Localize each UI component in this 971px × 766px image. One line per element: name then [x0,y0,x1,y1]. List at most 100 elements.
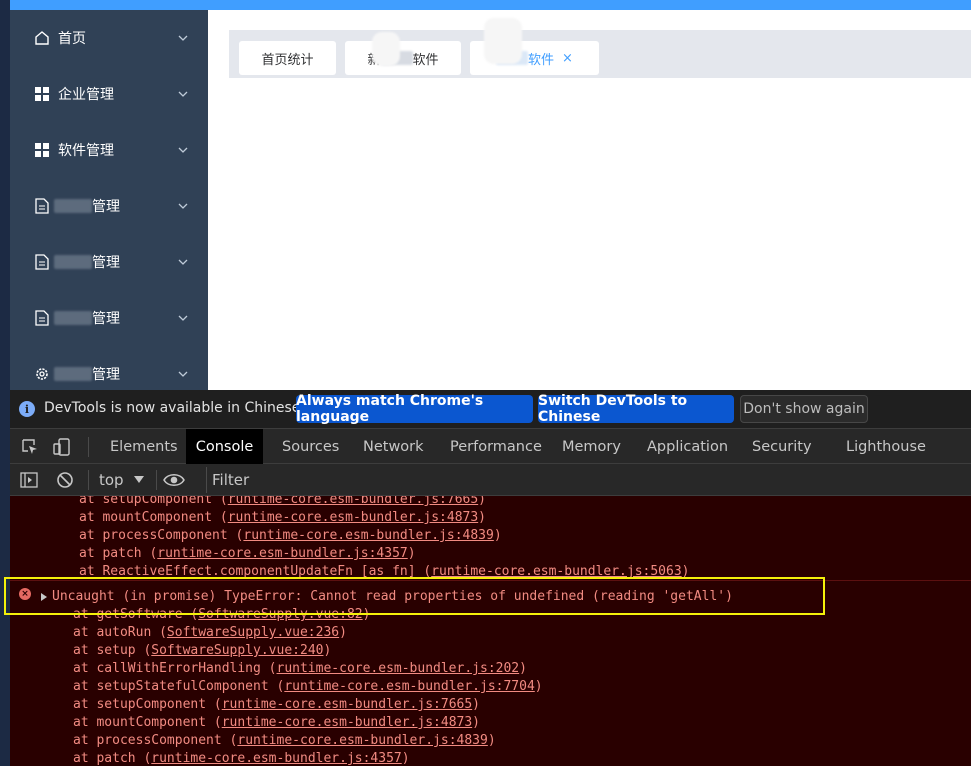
source-link[interactable]: runtime-core.esm-bundler.js:7665 [228,496,478,507]
tab-console[interactable]: Console [186,429,263,464]
document-icon [34,254,50,270]
source-link[interactable]: runtime-core.esm-bundler.js:202 [277,661,520,676]
main-content: 首页统计 新软件 软件 × [208,10,971,390]
sidebar-item-redacted-4[interactable]: 管理 [10,346,208,390]
sidebar-item-label: 管理 [92,311,120,327]
tabs-bar: 首页统计 新软件 软件 × [229,18,971,78]
stack-line: at mountComponent (runtime-core.esm-bund… [79,510,486,525]
redacted-text [54,367,92,381]
tab-lighthouse[interactable]: Lighthouse [846,429,926,464]
app-top-bar [10,0,971,10]
info-icon: i [19,401,35,417]
sidebar-item-label-wrap: 管理 [54,364,120,384]
divider [88,470,89,490]
sidebar-item-redacted-2[interactable]: 管理 [10,234,208,290]
stack-line: at callWithErrorHandling (runtime-core.e… [73,661,527,676]
device-toolbar-icon[interactable] [52,437,72,457]
redacted-text [54,199,92,213]
tab-memory[interactable]: Memory [562,429,621,464]
console-output: at setupComponent (runtime-core.esm-bund… [10,496,971,766]
redacted-text [54,311,92,325]
document-icon [34,310,50,326]
desktop-edge [0,0,10,766]
chevron-down-icon [178,203,188,209]
sidebar-item-label-wrap: 管理 [54,252,120,272]
screen: 首页 企业管理 软件管理 管理 管理 管理 管理 首页统计 软件 软件 × i … [0,0,971,766]
sidebar-item-label: 企业管理 [58,87,114,103]
error-highlight-box [4,577,825,615]
tab-home-stats[interactable]: 首页统计 [239,41,336,75]
grid-icon [34,142,50,158]
gear-icon [34,366,50,382]
console-filter-input[interactable]: Filter [206,467,971,493]
overlay-artifact [484,18,522,64]
sidebar-item-software[interactable]: 软件管理 [10,122,208,178]
sidebar-toggle-icon[interactable] [20,471,38,489]
sidebar-item-redacted-1[interactable]: 管理 [10,178,208,234]
tab-application[interactable]: Application [647,429,728,464]
stack-line: at patch (runtime-core.esm-bundler.js:43… [79,546,416,561]
infobar-message: DevTools is now available in Chinese! [44,400,306,416]
context-selector[interactable]: top [99,471,145,489]
home-icon [34,30,50,46]
inspect-element-icon[interactable] [20,437,40,457]
devtools-infobar: i DevTools is now available in Chinese! … [10,390,971,428]
source-link[interactable]: runtime-core.esm-bundler.js:4357 [157,546,407,561]
stack-line: at patch (runtime-core.esm-bundler.js:43… [73,751,410,766]
source-link[interactable]: runtime-core.esm-bundler.js:7704 [284,679,534,694]
stack-line: at setupComponent (runtime-core.esm-bund… [79,496,486,510]
chevron-down-icon [178,147,188,153]
switch-chinese-button[interactable]: Switch DevTools to Chinese [538,393,734,425]
overlay-artifact [372,32,400,66]
source-link[interactable]: runtime-core.esm-bundler.js:4839 [243,528,493,543]
tab-label: 首页统计 [261,52,314,68]
grid-icon [34,86,50,102]
redacted-text [54,255,92,269]
stack-line: at setup (SoftwareSupply.vue:240) [73,643,332,658]
dropdown-triangle-icon [134,476,145,483]
source-link[interactable]: runtime-core.esm-bundler.js:4357 [151,751,401,766]
tab-network[interactable]: Network [363,429,424,464]
console-toolbar: top Filter [10,464,971,496]
divider [156,470,157,490]
clear-console-icon[interactable] [56,471,74,489]
tab-sources[interactable]: Sources [282,429,339,464]
close-icon[interactable]: × [562,51,573,66]
dont-show-again-button[interactable]: Don't show again [740,395,868,423]
stack-line: at processComponent (runtime-core.esm-bu… [79,528,502,543]
divider [88,437,89,457]
sidebar-item-label-wrap: 管理 [54,308,120,328]
sidebar-item-home[interactable]: 首页 [10,10,208,66]
eye-icon[interactable] [163,471,185,489]
source-link[interactable]: runtime-core.esm-bundler.js:4873 [222,715,472,730]
tab-security[interactable]: Security [752,429,812,464]
sidebar-item-label-wrap: 管理 [54,196,120,216]
chevron-down-icon [178,91,188,97]
source-link[interactable]: runtime-core.esm-bundler.js:4839 [237,733,487,748]
sidebar-item-redacted-3[interactable]: 管理 [10,290,208,346]
tab-elements[interactable]: Elements [110,429,178,464]
tab-label: 软件 [412,52,439,68]
stack-line: at mountComponent (runtime-core.esm-bund… [73,715,480,730]
stack-line: at setupComponent (runtime-core.esm-bund… [73,697,480,712]
source-link[interactable]: SoftwareSupply.vue:240 [151,643,323,658]
tab-performance[interactable]: Performance [450,429,542,464]
match-language-button[interactable]: Always match Chrome's language [296,393,533,425]
sidebar-item-label: 管理 [92,255,120,271]
chevron-down-icon [178,371,188,377]
context-label: top [99,471,124,489]
chevron-down-icon [178,315,188,321]
sidebar: 首页 企业管理 软件管理 管理 管理 管理 管理 [10,10,208,390]
sidebar-item-label: 管理 [92,199,120,215]
source-link[interactable]: runtime-core.esm-bundler.js:7665 [222,697,472,712]
tab-label: 软件 [528,52,555,68]
sidebar-item-label: 管理 [92,367,120,383]
stack-line: at setupStatefulComponent (runtime-core.… [73,679,543,694]
chevron-down-icon [178,35,188,41]
sidebar-item-enterprise[interactable]: 企业管理 [10,66,208,122]
tab-new-software[interactable]: 新软件 [345,41,461,75]
source-link[interactable]: runtime-core.esm-bundler.js:4873 [228,510,478,525]
source-link[interactable]: SoftwareSupply.vue:236 [167,625,339,640]
sidebar-item-label: 软件管理 [58,143,114,159]
stack-line: at processComponent (runtime-core.esm-bu… [73,733,496,748]
